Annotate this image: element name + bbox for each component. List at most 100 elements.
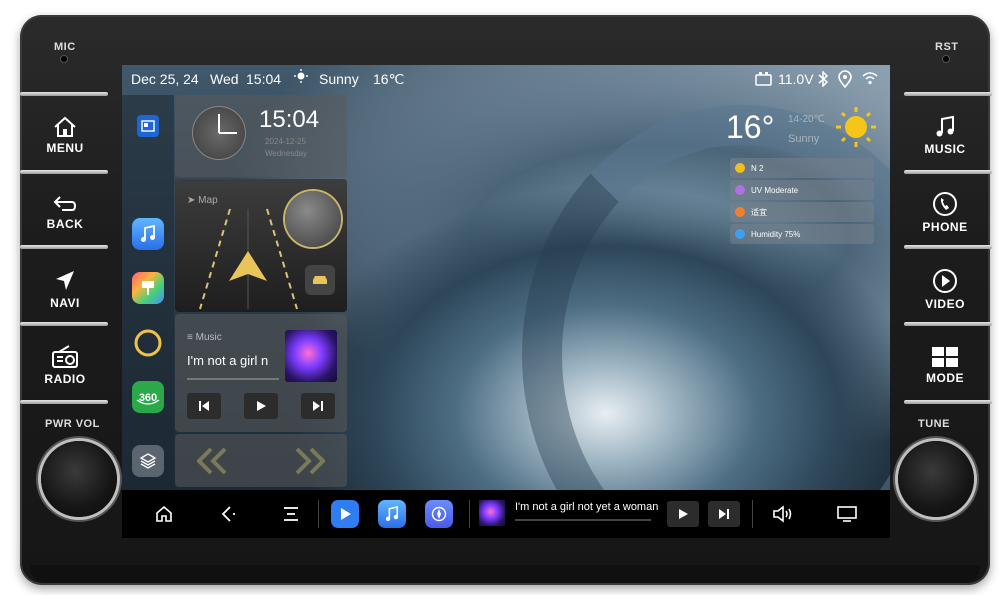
- back-button-onscreen[interactable]: [212, 498, 244, 530]
- weather-row-humidity-text: Humidity 75%: [751, 229, 801, 239]
- divider: [752, 500, 753, 528]
- now-playing-progress[interactable]: [515, 519, 651, 521]
- humidity-icon: [735, 229, 745, 239]
- power-volume-knob[interactable]: [41, 441, 117, 517]
- navi-button[interactable]: NAVI: [18, 254, 112, 324]
- home-button[interactable]: [148, 498, 180, 530]
- comfort-icon: [735, 207, 745, 217]
- music-widget-track: I'm not a girl n: [187, 353, 269, 368]
- back-button[interactable]: BACK: [18, 177, 112, 247]
- now-playing-album-art[interactable]: [479, 500, 505, 526]
- button-divider: [20, 92, 108, 96]
- previous-track-button[interactable]: [187, 393, 221, 419]
- phone-button-label: PHONE: [922, 219, 968, 234]
- status-time: 15:04: [246, 71, 282, 87]
- bluetooth-icon: [817, 70, 829, 90]
- reset-button[interactable]: [943, 56, 949, 62]
- weather-row-uv: UV Moderate: [730, 180, 874, 200]
- map-widget-header: ➤ Map: [187, 195, 218, 206]
- button-divider: [20, 322, 108, 326]
- car-icon[interactable]: [305, 265, 335, 295]
- button-divider: [904, 92, 992, 96]
- clock-widget-weekday: Wednesday: [265, 149, 308, 158]
- video-button[interactable]: VIDEO: [898, 254, 992, 324]
- head-unit-base: [30, 565, 980, 583]
- play-icon: [341, 508, 351, 520]
- right-chevrons-icon: [295, 447, 325, 475]
- screen-off-button[interactable]: [831, 498, 863, 530]
- weather-row-wind: N 2: [730, 158, 874, 178]
- button-divider: [20, 245, 108, 249]
- bottom-play-button[interactable]: [667, 501, 699, 527]
- tune-label: TUNE: [918, 418, 950, 430]
- speaker-icon: [773, 505, 792, 523]
- menu-button[interactable]: MENU: [18, 100, 112, 170]
- navigation-arrow-icon: [56, 270, 74, 290]
- volume-button[interactable]: [767, 498, 799, 530]
- touchscreen: Dec 25, 24 Wed 15:04 Sunny 16℃ 11.0V 360…: [122, 65, 890, 538]
- home-icon: [156, 505, 172, 522]
- map-widget-label: Map: [198, 195, 218, 206]
- clock-hour-hand: [219, 132, 237, 134]
- camera-360-app-icon[interactable]: 360: [132, 381, 164, 413]
- button-divider: [20, 170, 108, 174]
- back-arrow-icon: [53, 195, 77, 211]
- tune-knob[interactable]: [898, 441, 974, 517]
- music-progress-track[interactable]: [187, 378, 279, 380]
- status-weather: Sunny: [319, 71, 359, 87]
- sun-icon: [836, 107, 876, 147]
- voice-assistant-app-icon[interactable]: [132, 327, 164, 359]
- mic-label: MIC: [54, 41, 76, 53]
- weather-row-comfort: 适宜: [730, 202, 874, 222]
- button-divider: [904, 322, 992, 326]
- clock-widget-date: 2024-12-25: [265, 137, 306, 146]
- music-shortcut[interactable]: [378, 500, 406, 528]
- bottom-next-button[interactable]: [708, 501, 740, 527]
- music-widget[interactable]: ≡ Music I'm not a girl n: [175, 314, 347, 432]
- rst-label: RST: [935, 41, 959, 53]
- clock-widget-time: 15:04: [259, 106, 320, 133]
- music-button[interactable]: MUSIC: [898, 100, 992, 170]
- weather-row-comfort-text: 适宜: [751, 207, 767, 217]
- clock-widget[interactable]: 15:04 2024-12-25 Wednesday: [175, 95, 347, 177]
- back-chevron-icon: [221, 506, 235, 522]
- phone-button[interactable]: PHONE: [898, 177, 992, 247]
- navigation-shortcut[interactable]: [425, 500, 453, 528]
- music-widget-label: Music: [195, 332, 222, 343]
- direction-arrows-widget[interactable]: [175, 434, 347, 487]
- skip-previous-icon: [199, 401, 209, 411]
- now-playing-title: I'm not a girl not yet a woman: [515, 501, 659, 513]
- play-circle-icon: [933, 268, 957, 293]
- play-button[interactable]: [244, 393, 278, 419]
- menu-button-label: MENU: [46, 140, 84, 155]
- status-weekday: Wed: [210, 71, 239, 87]
- theme-paint-app-icon[interactable]: [132, 272, 164, 304]
- music-note-icon: [385, 506, 399, 521]
- play-icon: [679, 509, 688, 519]
- layers-app-icon[interactable]: [132, 445, 164, 477]
- music-note-icon: [936, 115, 954, 136]
- next-track-button[interactable]: [301, 393, 335, 419]
- mode-button[interactable]: MODE: [898, 330, 992, 400]
- uv-icon: [735, 185, 745, 195]
- compass-icon: [431, 506, 447, 522]
- pwr-vol-label: PWR VOL: [45, 418, 100, 430]
- button-divider: [904, 400, 992, 404]
- video-player-shortcut[interactable]: [331, 500, 359, 528]
- radio-button[interactable]: RADIO: [18, 330, 112, 400]
- status-voltage: 11.0V: [778, 71, 814, 87]
- app-widget-icon[interactable]: [137, 115, 159, 137]
- weather-widget-range: 14-20℃: [788, 114, 825, 125]
- music-app-icon[interactable]: [132, 218, 164, 250]
- bottom-navigation-bar: I'm not a girl not yet a woman: [122, 490, 890, 538]
- map-widget[interactable]: ➤ Map: [175, 179, 347, 312]
- status-temperature: 16℃: [373, 71, 405, 87]
- recent-apps-button[interactable]: [275, 498, 307, 530]
- video-button-label: VIDEO: [925, 296, 965, 311]
- back-button-label: BACK: [46, 216, 84, 231]
- wifi-icon: [862, 71, 878, 88]
- skip-next-icon: [313, 401, 323, 411]
- grid-icon: [932, 346, 958, 367]
- divider: [469, 500, 470, 528]
- weather-row-uv-text: UV Moderate: [751, 185, 799, 195]
